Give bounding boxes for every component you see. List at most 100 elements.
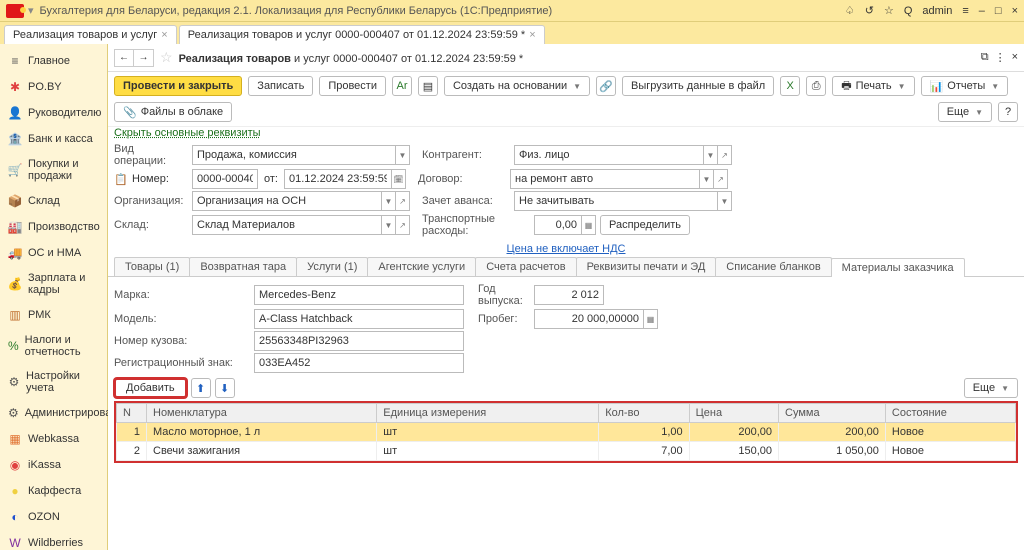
- close-tab-icon[interactable]: ×: [529, 29, 535, 41]
- bell-icon[interactable]: ♤: [845, 4, 855, 17]
- nav-back-button[interactable]: ←: [114, 49, 134, 67]
- sidebar-item[interactable]: ▥РМК: [0, 302, 107, 328]
- open-icon[interactable]: ↗: [718, 145, 732, 165]
- open-icon[interactable]: ↗: [396, 215, 410, 235]
- table-row[interactable]: 1Масло моторное, 1 лшт1,00200,00200,00Но…: [117, 423, 1016, 442]
- counterparty-input[interactable]: [514, 145, 704, 165]
- write-button[interactable]: Записать: [248, 76, 313, 96]
- tab[interactable]: Списание бланков: [715, 257, 831, 276]
- sidebar-item[interactable]: ≡Главное: [0, 48, 107, 74]
- dropdown-icon[interactable]: ▼: [718, 191, 732, 211]
- favorite-icon[interactable]: ☆: [160, 49, 173, 66]
- calendar-icon[interactable]: 🗓: [392, 169, 406, 189]
- open-icon[interactable]: ↗: [714, 169, 728, 189]
- warehouse-input[interactable]: [192, 215, 382, 235]
- move-down-button[interactable]: ⬇: [215, 378, 235, 398]
- excel-icon[interactable]: X: [780, 76, 800, 96]
- app-tab-1[interactable]: Реализация товаров и услуг 0000-000407 о…: [179, 25, 545, 44]
- sidebar-item[interactable]: 🛒Покупки и продажи: [0, 152, 107, 188]
- sidebar-item[interactable]: ▦Webkassa: [0, 426, 107, 452]
- table-row[interactable]: 2Свечи зажиганияшт7,00150,001 050,00Ново…: [117, 442, 1016, 461]
- dropdown-icon[interactable]: ▼: [704, 145, 718, 165]
- vat-link[interactable]: Цена не включает НДС: [507, 243, 626, 255]
- print-button[interactable]: 🖶 Печать▼: [832, 76, 914, 96]
- app-tab-0[interactable]: Реализация товаров и услуг×: [4, 25, 177, 44]
- sidebar-item[interactable]: WWildberries: [0, 530, 107, 556]
- sidebar-item[interactable]: %Налоги и отчетность: [0, 328, 107, 364]
- settings-icon[interactable]: ≡: [962, 5, 968, 17]
- struct-icon[interactable]: ▤: [418, 76, 438, 96]
- tab[interactable]: Материалы заказчика: [831, 258, 965, 277]
- tab[interactable]: Счета расчетов: [475, 257, 576, 276]
- dropdown-icon[interactable]: ▼: [382, 191, 396, 211]
- materials-grid[interactable]: NНоменклатураЕдиница измеренияКол-воЦена…: [114, 401, 1018, 463]
- sidebar-item[interactable]: 👤Руководителю: [0, 100, 107, 126]
- nav-fwd-button[interactable]: →: [134, 49, 154, 67]
- number-input[interactable]: [192, 169, 258, 189]
- sidebar-item[interactable]: ◐OZON: [0, 504, 107, 530]
- contract-input[interactable]: [510, 169, 700, 189]
- advance-input[interactable]: [514, 191, 718, 211]
- brand-input[interactable]: [254, 285, 464, 305]
- help-button[interactable]: ?: [998, 102, 1018, 122]
- model-input[interactable]: [254, 309, 464, 329]
- sidebar-item[interactable]: 🚚ОС и НМА: [0, 240, 107, 266]
- down-icon[interactable]: ▾: [28, 4, 34, 17]
- transport-input[interactable]: [534, 215, 582, 235]
- add-button[interactable]: Добавить: [114, 378, 187, 398]
- close-doc-icon[interactable]: ×: [1012, 51, 1018, 64]
- sidebar-item[interactable]: ●Каффеста: [0, 478, 107, 504]
- cloud-button[interactable]: 📎 Файлы в облаке: [114, 102, 232, 122]
- user-label[interactable]: admin: [922, 5, 952, 17]
- op-type-input[interactable]: [192, 145, 396, 165]
- star-icon[interactable]: ☆: [884, 4, 894, 17]
- minimize-icon[interactable]: –: [979, 5, 985, 17]
- create-based-button[interactable]: Создать на основании▼: [444, 76, 590, 96]
- move-up-button[interactable]: ⬆: [191, 378, 211, 398]
- history-icon[interactable]: ↺: [865, 4, 874, 17]
- more-button[interactable]: Еще▼: [938, 102, 992, 122]
- org-input[interactable]: [192, 191, 382, 211]
- post-close-button[interactable]: Провести и закрыть: [114, 76, 242, 96]
- sidebar-item[interactable]: ✱PO.BY: [0, 74, 107, 100]
- mileage-input[interactable]: [534, 309, 644, 329]
- dt-kt-icon[interactable]: Ar: [392, 76, 412, 96]
- reports-button[interactable]: 📊 Отчеты▼: [921, 76, 1009, 96]
- popout-icon[interactable]: ⧉: [981, 51, 989, 64]
- tab[interactable]: Товары (1): [114, 257, 190, 276]
- sidebar-item[interactable]: 🏭Производство: [0, 214, 107, 240]
- tab[interactable]: Реквизиты печати и ЭД: [576, 257, 717, 276]
- dropdown-icon[interactable]: ▼: [396, 145, 410, 165]
- body-input[interactable]: [254, 331, 464, 351]
- sidebar-item[interactable]: 🏦Банк и касса: [0, 126, 107, 152]
- clip-icon[interactable]: 📋: [114, 173, 128, 186]
- tab[interactable]: Услуги (1): [296, 257, 368, 276]
- hide-requisites-link[interactable]: Скрыть основные реквизиты: [108, 127, 1024, 139]
- search-icon[interactable]: Q: [904, 5, 913, 17]
- export-button[interactable]: Выгрузить данные в файл: [622, 76, 774, 96]
- close-icon[interactable]: ×: [1012, 5, 1018, 17]
- tab[interactable]: Агентские услуги: [367, 257, 476, 276]
- sidebar-item[interactable]: ⚙Настройки учета: [0, 364, 107, 400]
- post-button[interactable]: Провести: [319, 76, 386, 96]
- related-icon[interactable]: 🔗: [596, 76, 616, 96]
- sidebar-item[interactable]: 💰Зарплата и кадры: [0, 266, 107, 302]
- grid-more-button[interactable]: Еще▼: [964, 378, 1018, 398]
- calc-icon[interactable]: ▦: [582, 215, 596, 235]
- sidebar-item[interactable]: 📦Склад: [0, 188, 107, 214]
- distribute-button[interactable]: Распределить: [600, 215, 690, 235]
- sidebar-item[interactable]: ⚙Администрирование: [0, 400, 107, 426]
- calc-icon[interactable]: ▦: [644, 309, 658, 329]
- dropdown-icon[interactable]: ▼: [700, 169, 714, 189]
- dropdown-icon[interactable]: ▼: [382, 215, 396, 235]
- year-input[interactable]: [534, 285, 604, 305]
- tab[interactable]: Возвратная тара: [189, 257, 297, 276]
- close-tab-icon[interactable]: ×: [161, 29, 167, 41]
- menu-icon[interactable]: ⋮: [995, 51, 1006, 64]
- open-icon[interactable]: ↗: [396, 191, 410, 211]
- xml-icon[interactable]: ⎙: [806, 76, 826, 96]
- maximize-icon[interactable]: □: [995, 5, 1002, 17]
- plate-input[interactable]: [254, 353, 464, 373]
- date-input[interactable]: [284, 169, 392, 189]
- sidebar-item[interactable]: ◉iKassa: [0, 452, 107, 478]
